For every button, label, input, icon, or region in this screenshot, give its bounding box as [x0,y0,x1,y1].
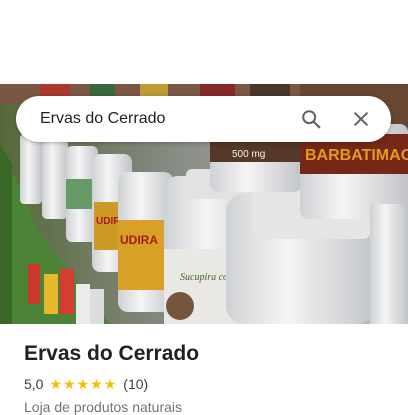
search-icon [302,110,321,129]
place-category: Loja de produtos naturais [24,399,182,415]
close-icon [354,112,368,126]
star-icon: ★ [63,376,76,392]
place-title: Ervas do Cerrado [24,342,200,365]
clear-button[interactable] [341,99,381,139]
star-icon: ★ [103,376,117,392]
top-bar [0,0,408,84]
search-button[interactable] [291,99,331,139]
review-count[interactable]: (10) [123,376,148,392]
place-info: Ervas do Cerrado 5,0 ★ ★ ★ ★ ★ (10) Loja… [24,340,394,415]
rating-value: 5,0 [24,376,44,392]
star-icon: ★ [76,376,90,392]
search-bar[interactable]: Ervas do Cerrado [16,96,391,142]
star-rating: ★ ★ ★ ★ ★ [49,377,117,391]
star-icon: ★ [90,376,103,392]
star-icon: ★ [49,376,63,392]
search-input[interactable]: Ervas do Cerrado [40,110,291,128]
rating-row[interactable]: 5,0 ★ ★ ★ ★ ★ (10) [24,376,394,392]
